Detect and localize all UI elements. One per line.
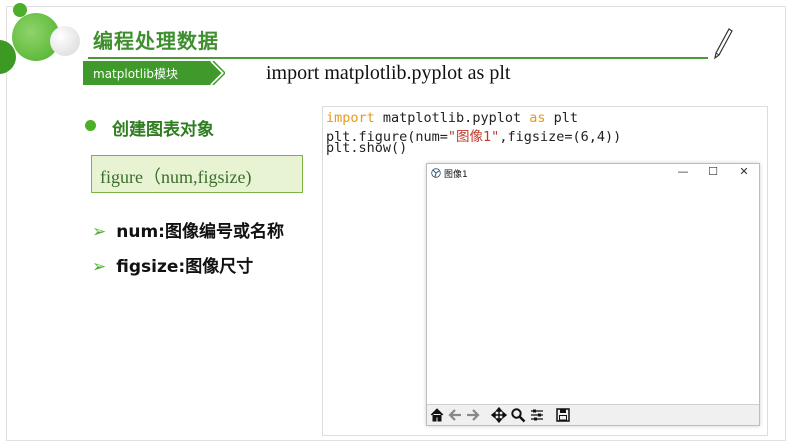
function-signature: figure（num,figsize) <box>100 167 252 187</box>
save-icon[interactable] <box>555 407 571 423</box>
decor-circle-light <box>50 26 80 56</box>
maximize-button[interactable]: ☐ <box>703 165 723 178</box>
forward-arrow-icon[interactable] <box>465 407 481 423</box>
zoom-icon[interactable] <box>510 407 526 423</box>
minimize-button[interactable]: — <box>673 165 693 178</box>
function-signature-box: figure（num,figsize) <box>91 155 303 193</box>
code-text: ,figsize=(6,4)) <box>499 129 622 145</box>
keyword-as: as <box>529 110 546 126</box>
keyword-import: import <box>326 110 375 126</box>
title-divider <box>88 57 708 59</box>
section-heading: 创建图表对象 <box>112 120 214 140</box>
home-icon[interactable] <box>429 407 445 423</box>
figure-toolbar <box>427 404 759 425</box>
param-num-text: num:图像编号或名称 <box>116 222 284 242</box>
arrow-bullet-icon: ➢ <box>92 257 107 277</box>
code-text: plt <box>545 110 578 126</box>
code-text: matplotlib.pyplot <box>374 110 530 126</box>
string-literal: "图像1" <box>447 129 500 145</box>
param-figsize: ➢ figsize:图像尺寸 <box>92 252 253 277</box>
window-titlebar[interactable]: 图像1 — ☐ ✕ <box>427 164 759 182</box>
module-tag: matplotlib模块 <box>83 61 225 85</box>
param-figsize-text: figsize:图像尺寸 <box>116 257 254 277</box>
configure-subplots-icon[interactable] <box>529 407 545 423</box>
pencil-icon <box>714 28 733 60</box>
code-line-1: import matplotlib.pyplot as plt <box>326 110 578 126</box>
arrow-bullet-icon: ➢ <box>92 222 107 242</box>
matplotlib-app-icon <box>431 168 441 178</box>
close-button[interactable]: ✕ <box>734 165 754 178</box>
param-num: ➢ num:图像编号或名称 <box>92 217 284 242</box>
code-line-3: plt.show() <box>326 140 408 156</box>
module-tag-label: matplotlib模块 <box>93 67 179 81</box>
back-arrow-icon[interactable] <box>447 407 463 423</box>
pan-icon[interactable] <box>491 407 507 423</box>
import-heading: import matplotlib.pyplot as plt <box>266 62 511 84</box>
window-title: 图像1 <box>444 170 468 180</box>
slide-title: 编程处理数据 <box>93 29 219 53</box>
figure-window: 图像1 — ☐ ✕ <box>426 163 760 426</box>
bullet-dot <box>85 120 96 131</box>
